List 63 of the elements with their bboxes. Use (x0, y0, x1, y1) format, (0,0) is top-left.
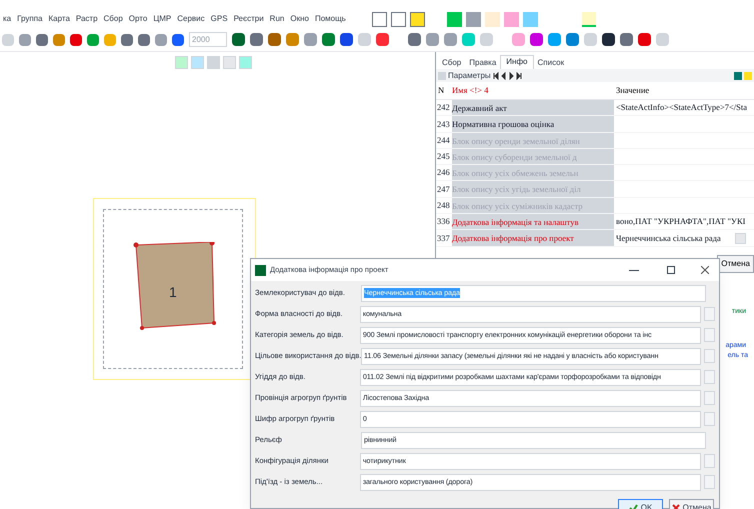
menu-item[interactable]: Run (270, 13, 284, 25)
toolbar-icon[interactable] (340, 33, 353, 46)
menu-item[interactable]: Сервис (177, 13, 205, 25)
check-icon (628, 504, 638, 509)
parameter-value: воно,ПАТ "УКРНАФТА",ПАТ "УКІ (615, 215, 746, 228)
parameter-name: Державний акт (452, 100, 614, 116)
browse-button[interactable] (704, 307, 715, 321)
row-number: 246 (436, 166, 451, 180)
menu-item[interactable]: ЦМР (153, 13, 172, 25)
parameter-value: Чернеччинська сільська рада (615, 232, 721, 244)
toolbar-icon[interactable] (602, 33, 615, 46)
row-number: 248 (436, 199, 451, 212)
collapse-icon[interactable] (438, 72, 446, 80)
column-header: N (437, 84, 446, 97)
panel-tab[interactable]: Сбор (438, 57, 466, 69)
browse-button[interactable] (704, 328, 715, 342)
column-header: Имя <!> 4 (452, 84, 490, 97)
close-icon[interactable] (701, 266, 709, 274)
browse-button[interactable] (704, 454, 715, 468)
cross-icon (672, 504, 680, 509)
row-number: 336 (436, 215, 451, 228)
parameter-name: Блок опису усіх суміжників кадастр (452, 198, 614, 214)
browse-button[interactable] (704, 391, 715, 405)
menu-item[interactable]: ка (3, 13, 12, 25)
row-number: 247 (436, 182, 451, 196)
browse-button[interactable] (704, 370, 715, 384)
row-number: 244 (436, 134, 451, 147)
menu-item[interactable]: Группа (17, 13, 42, 25)
column-header: Значение (615, 84, 650, 97)
menu-item[interactable]: Реєстри (234, 13, 264, 25)
panel-label: Параметры (448, 70, 491, 82)
parameter-name: Додаткова інформація про проект (452, 230, 614, 246)
row-number: 242 (436, 101, 451, 114)
menu-item[interactable]: GPS (210, 13, 228, 25)
parameter-name: Блок опису суборенди земельної д (452, 148, 614, 164)
toolbar-icon[interactable] (232, 33, 245, 46)
app-icon (255, 264, 266, 276)
panel-tab[interactable]: Список (534, 57, 568, 69)
menu-item[interactable]: Помощь (314, 13, 346, 25)
grid-icon[interactable] (734, 72, 742, 80)
parameter-name: Блок опису усіх обмежень земельн (452, 165, 614, 180)
menu-item[interactable]: Окно (290, 13, 309, 25)
parcel-number: 1 (169, 283, 177, 302)
browse-button[interactable] (704, 349, 715, 363)
row-number: 337 (436, 232, 451, 244)
parameter-name: Блок опису усіх угідь земельної діл (452, 181, 614, 197)
browse-button[interactable] (704, 412, 715, 426)
row-number: 243 (436, 118, 451, 130)
parameter-name: Додаткова інформація та налаштув (452, 214, 614, 230)
cancel-button[interactable]: Отмена (717, 254, 754, 273)
menu-item[interactable]: Карта (48, 13, 70, 25)
menu-item[interactable]: Орто (128, 13, 148, 25)
menu-item[interactable]: Сбор (104, 13, 123, 25)
panel-tab[interactable]: Инфо (500, 55, 534, 69)
browse-button[interactable] (704, 475, 715, 489)
maximize-icon[interactable] (667, 266, 675, 274)
parameter-name: Блок опису оренди земельної ділян (452, 132, 614, 148)
parameter-name: Нормативна грошова оцінка (452, 116, 614, 132)
parameter-value: <StateActInfo><StateActType>7</Sta (615, 101, 748, 114)
row-number: 245 (436, 150, 451, 163)
panel-tab[interactable]: Правка (465, 57, 500, 69)
browse-button[interactable] (735, 232, 746, 244)
menu-item[interactable]: Растр (76, 13, 98, 25)
